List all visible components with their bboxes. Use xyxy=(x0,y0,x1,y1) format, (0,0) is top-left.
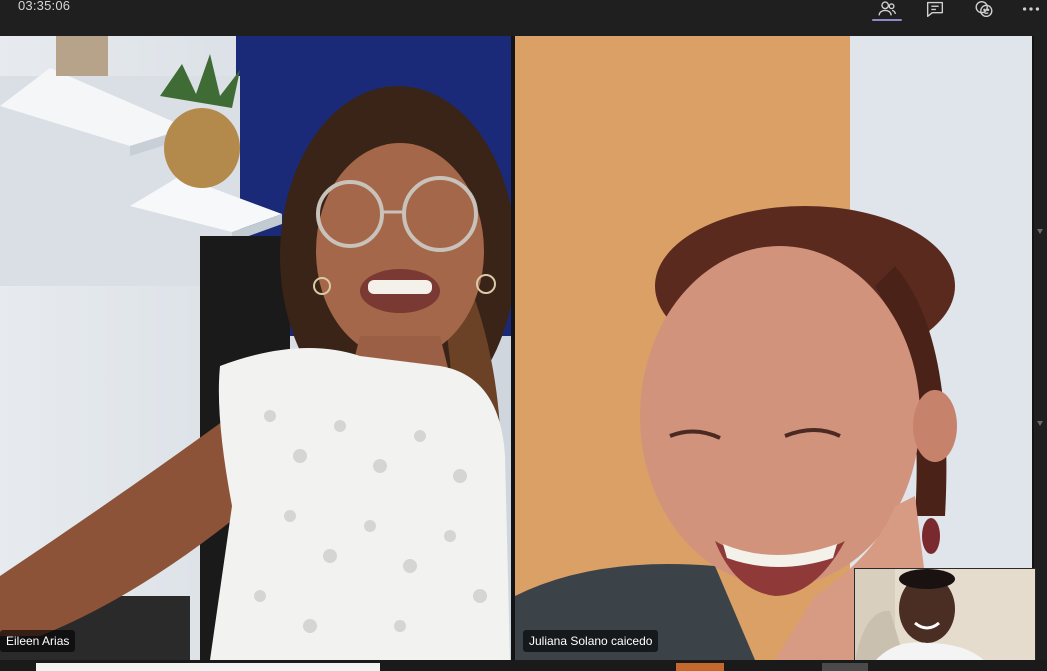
chat-icon xyxy=(926,1,944,18)
participant-video-tile[interactable]: Juliana Solano caicedo xyxy=(515,36,1032,660)
participant-name-label: Eileen Arias xyxy=(0,630,76,652)
scroll-arrow-icon xyxy=(1037,229,1043,234)
scrollbar[interactable] xyxy=(1034,36,1047,660)
strip-segment xyxy=(822,663,868,671)
reactions-button[interactable] xyxy=(967,0,1001,24)
people-button[interactable] xyxy=(870,0,904,24)
participant-video-feed xyxy=(0,36,511,660)
video-stage: Eileen Arias Juliana Solano caicedo xyxy=(0,36,1047,664)
more-icon xyxy=(1022,7,1040,11)
participant-name-label: Juliana Solano caicedo xyxy=(523,630,659,652)
reactions-icon xyxy=(975,0,993,18)
bottom-progress-strip xyxy=(0,660,1047,671)
meeting-timer: 03:35:06 xyxy=(18,0,71,13)
strip-segment xyxy=(36,663,380,671)
chat-button[interactable] xyxy=(918,0,952,24)
participant-video-tile[interactable]: Eileen Arias xyxy=(0,36,511,660)
meeting-toolbar: 03:35:06 xyxy=(0,0,1047,36)
more-options-button[interactable] xyxy=(1014,0,1047,24)
scroll-arrow-icon xyxy=(1037,421,1043,426)
participant-video-feed xyxy=(515,36,1032,660)
strip-segment xyxy=(676,663,724,671)
people-icon xyxy=(878,1,896,16)
self-view-feed xyxy=(855,569,1035,661)
self-view-video[interactable] xyxy=(854,568,1036,662)
